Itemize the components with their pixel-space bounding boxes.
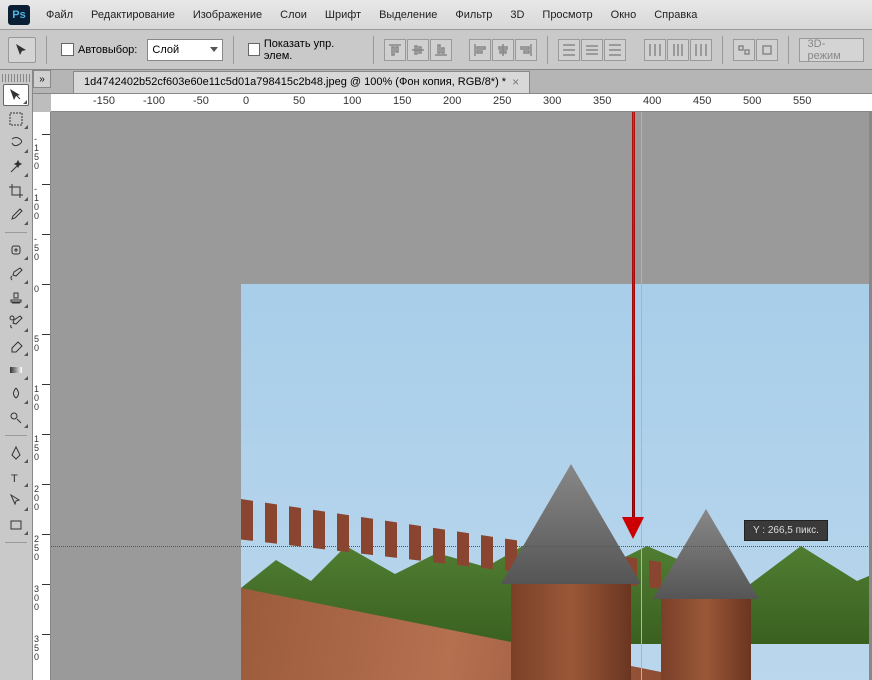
expand-panels-button[interactable]: »: [33, 70, 51, 88]
tool-separator: [5, 232, 27, 233]
menu-bar: Файл Редактирование Изображение Слои Шри…: [38, 5, 705, 25]
blur-tool[interactable]: [3, 383, 29, 405]
close-tab-icon[interactable]: ×: [512, 75, 519, 89]
separator: [233, 36, 234, 64]
menu-edit[interactable]: Редактирование: [83, 5, 183, 25]
align-group-1: [384, 39, 452, 61]
menu-window[interactable]: Окно: [603, 5, 645, 25]
svg-text:T: T: [11, 473, 18, 485]
horizontal-ruler[interactable]: -150-100-5005010015020025030035040045050…: [51, 94, 872, 112]
auto-blend-button[interactable]: [756, 39, 778, 61]
eyedropper-tool[interactable]: [3, 204, 29, 226]
marquee-tool[interactable]: [3, 108, 29, 130]
align-right-button[interactable]: [515, 39, 537, 61]
document-tab[interactable]: 1d4742402b52cf603e60e11c5d01a798415c2b48…: [73, 71, 530, 93]
path-select-tool[interactable]: [3, 490, 29, 512]
pen-tool[interactable]: [3, 442, 29, 464]
tool-palette: T: [0, 70, 33, 680]
align-top-button[interactable]: [384, 39, 406, 61]
annotation-arrow: [627, 112, 639, 538]
separator: [722, 36, 723, 64]
horizontal-guide-dragging[interactable]: [51, 546, 872, 547]
tool-separator: [5, 542, 27, 543]
dist-hcenter-button[interactable]: [667, 39, 689, 61]
align-bottom-button[interactable]: [430, 39, 452, 61]
tool-separator: [5, 435, 27, 436]
auto-align-button[interactable]: [733, 39, 755, 61]
menu-layer[interactable]: Слои: [272, 5, 315, 25]
dist-right-button[interactable]: [690, 39, 712, 61]
document-tab-bar: » 1d4742402b52cf603e60e11c5d01a798415c2b…: [33, 70, 872, 94]
separator: [46, 36, 47, 64]
menu-select[interactable]: Выделение: [371, 5, 445, 25]
dropdown-value: Слой: [152, 44, 179, 56]
show-controls-label: Показать упр. элем.: [264, 38, 359, 62]
separator: [547, 36, 548, 64]
lasso-tool[interactable]: [3, 132, 29, 154]
dist-top-button[interactable]: [558, 39, 580, 61]
move-tool[interactable]: [3, 84, 29, 106]
separator: [788, 36, 789, 64]
app-logo: Ps: [8, 5, 30, 25]
mode-3d-button[interactable]: 3D-режим: [799, 38, 864, 62]
canvas[interactable]: Y : 266,5 пикс.: [51, 112, 872, 680]
rectangle-tool[interactable]: [3, 514, 29, 536]
auto-select-checkbox[interactable]: [61, 43, 74, 56]
menu-image[interactable]: Изображение: [185, 5, 270, 25]
brush-tool[interactable]: [3, 263, 29, 285]
dist-vcenter-button[interactable]: [581, 39, 603, 61]
dodge-tool[interactable]: [3, 407, 29, 429]
menu-type[interactable]: Шрифт: [317, 5, 369, 25]
menu-help[interactable]: Справка: [646, 5, 705, 25]
align-left-button[interactable]: [469, 39, 491, 61]
distribute-group-2: [644, 39, 712, 61]
dist-bottom-button[interactable]: [604, 39, 626, 61]
document-tab-title: 1d4742402b52cf603e60e11c5d01a798415c2b48…: [84, 76, 506, 88]
auto-select-target-dropdown[interactable]: Слой: [147, 39, 222, 61]
stamp-tool[interactable]: [3, 287, 29, 309]
options-bar: Автовыбор: Слой Показать упр. элем. 3D-р…: [0, 30, 872, 70]
work-area: T » 1d4742402b52cf603e60e11c5d01a798415c…: [0, 70, 872, 680]
position-tooltip: Y : 266,5 пикс.: [744, 520, 828, 541]
dist-left-button[interactable]: [644, 39, 666, 61]
auto-select-group: Автовыбор:: [57, 43, 141, 56]
vertical-guide[interactable]: [641, 112, 642, 680]
eraser-tool[interactable]: [3, 335, 29, 357]
separator: [373, 36, 374, 64]
crop-tool[interactable]: [3, 180, 29, 202]
auto-align-group: [733, 39, 778, 61]
distribute-group-1: [558, 39, 626, 61]
menu-filter[interactable]: Фильтр: [447, 5, 500, 25]
healing-tool[interactable]: [3, 239, 29, 261]
gradient-tool[interactable]: [3, 359, 29, 381]
align-vcenter-button[interactable]: [407, 39, 429, 61]
title-bar: Ps Файл Редактирование Изображение Слои …: [0, 0, 872, 30]
canvas-image: [241, 284, 872, 680]
menu-3d[interactable]: 3D: [502, 5, 532, 25]
document-area: » 1d4742402b52cf603e60e11c5d01a798415c2b…: [33, 70, 872, 680]
align-group-2: [469, 39, 537, 61]
tool-preset-button[interactable]: [8, 37, 36, 63]
menu-file[interactable]: Файл: [38, 5, 81, 25]
type-tool[interactable]: T: [3, 466, 29, 488]
history-brush-tool[interactable]: [3, 311, 29, 333]
align-hcenter-button[interactable]: [492, 39, 514, 61]
auto-select-label: Автовыбор:: [78, 44, 137, 56]
palette-grip[interactable]: [2, 74, 30, 82]
menu-view[interactable]: Просмотр: [534, 5, 600, 25]
vertical-ruler[interactable]: -150-100-50050100150200250300350400450: [33, 112, 51, 680]
show-controls-checkbox[interactable]: [248, 43, 260, 56]
show-controls-group: Показать упр. элем.: [244, 38, 363, 62]
magic-wand-tool[interactable]: [3, 156, 29, 178]
